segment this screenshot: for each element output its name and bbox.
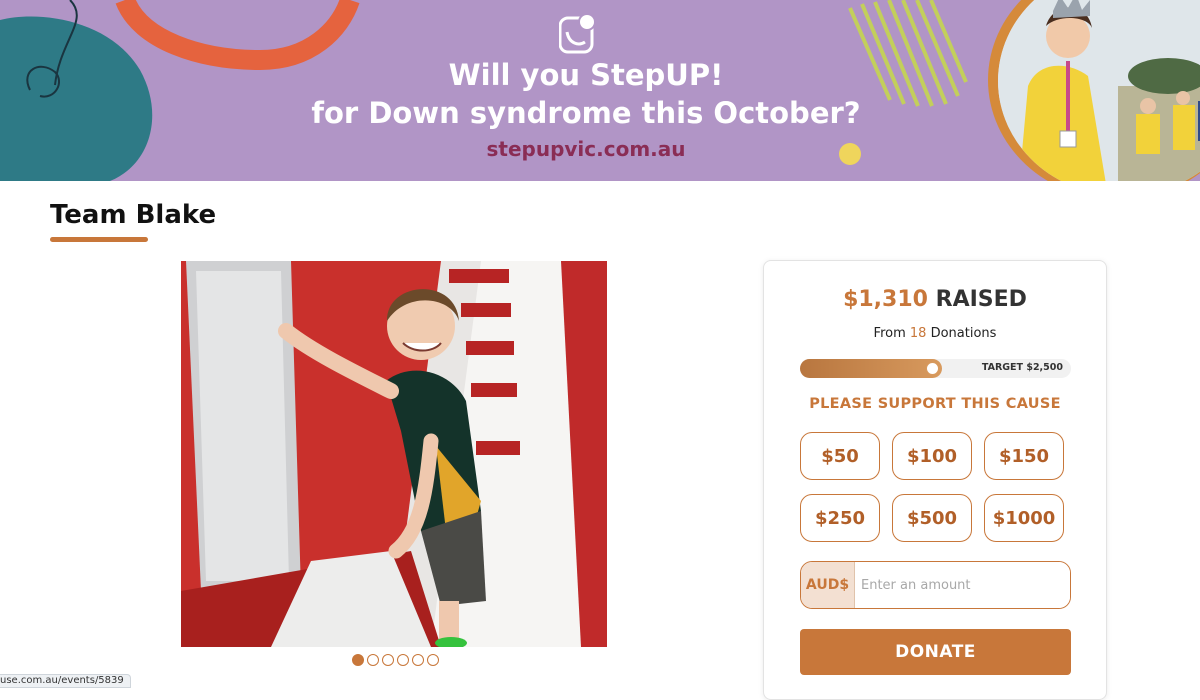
support-heading: PLEASE SUPPORT THIS CAUSE (809, 396, 1061, 412)
amount-button-500[interactable]: $500 (892, 494, 972, 542)
status-bar-url: use.com.au/events/5839 (0, 674, 131, 688)
banner-photo (998, 0, 1200, 181)
carousel-dot[interactable] (427, 654, 439, 666)
donation-card: $1,310 RAISED From 18 Donations TARGET $… (763, 260, 1107, 700)
banner-url: stepupvic.com.au (486, 137, 686, 161)
progress-bar: TARGET $2,500 (800, 359, 1071, 378)
amount-button-150[interactable]: $150 (984, 432, 1064, 480)
carousel-dot[interactable] (397, 654, 409, 666)
target-label: TARGET $2,500 (981, 362, 1063, 373)
page-title: Team Blake (50, 200, 217, 230)
stepup-logo-icon (558, 12, 599, 58)
carousel-dot[interactable] (367, 654, 379, 666)
progress-fill (800, 359, 942, 378)
raised-label: RAISED (935, 287, 1027, 312)
amount-button-1000[interactable]: $1000 (984, 494, 1064, 542)
amount-button-100[interactable]: $100 (892, 432, 972, 480)
donation-count-text: From 18 Donations (764, 326, 1106, 341)
donation-count: 18 (909, 326, 927, 341)
title-underline (50, 237, 148, 242)
carousel-dots (352, 654, 439, 666)
progress-knob (927, 363, 938, 374)
raised-amount: $1,310 (843, 287, 928, 312)
from-prefix: From (873, 326, 906, 341)
amount-button-250[interactable]: $250 (800, 494, 880, 542)
custom-amount-input[interactable] (855, 562, 1070, 608)
raised-heading: $1,310 RAISED (764, 287, 1106, 312)
banner-photo-frame (988, 0, 1200, 181)
amount-button-50[interactable]: $50 (800, 432, 880, 480)
hero-banner: Will you StepUP! for Down syndrome this … (0, 0, 1200, 181)
carousel-dot[interactable] (412, 654, 424, 666)
currency-label: AUD$ (801, 562, 855, 608)
donate-button[interactable]: DONATE (800, 629, 1071, 675)
team-photo (181, 261, 607, 647)
custom-amount-field: AUD$ (800, 561, 1071, 609)
carousel-dot[interactable] (352, 654, 364, 666)
from-suffix: Donations (930, 326, 997, 341)
carousel-dot[interactable] (382, 654, 394, 666)
